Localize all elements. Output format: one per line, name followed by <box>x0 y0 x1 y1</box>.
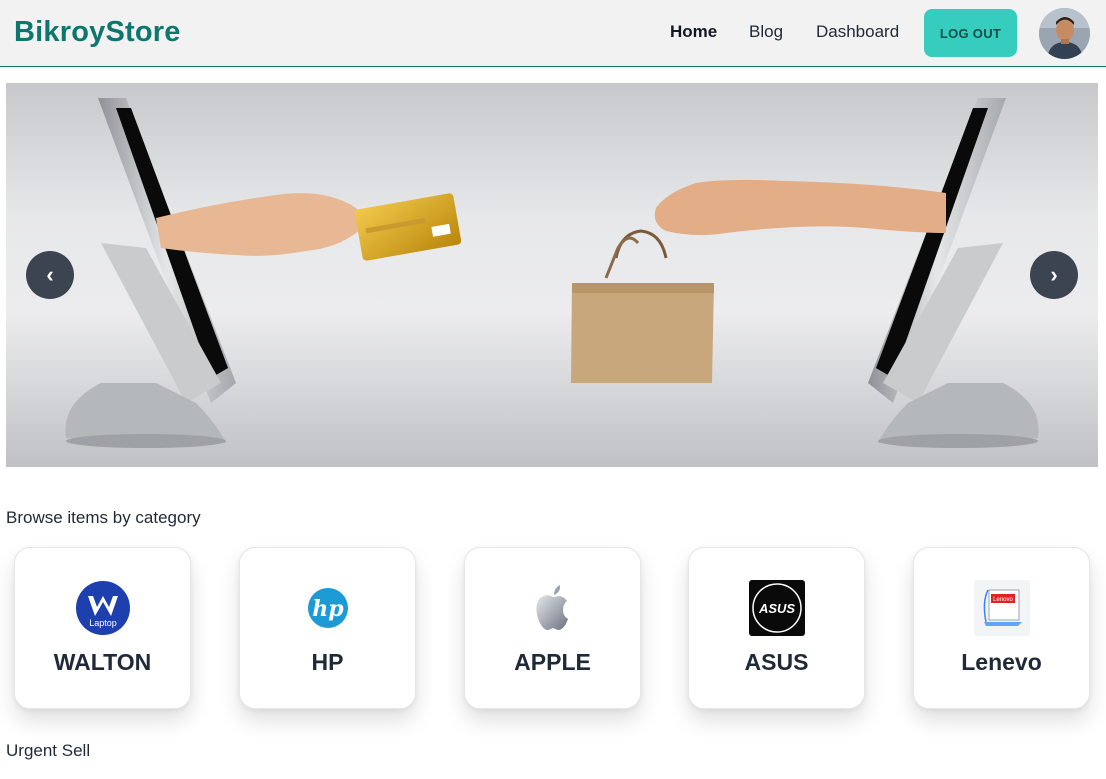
navbar: BikroyStore Home Blog Dashboard LOG OUT <box>0 0 1106 67</box>
category-name: WALTON <box>53 649 152 675</box>
nav-link-dashboard[interactable]: Dashboard <box>816 22 899 42</box>
category-section-title: Browse items by category <box>6 508 201 527</box>
nav-link-home[interactable]: Home <box>670 22 717 42</box>
apple-logo-icon <box>525 580 581 636</box>
category-name: Lenevo <box>961 649 1042 675</box>
category-card-hp[interactable]: hp HP <box>239 547 416 709</box>
logout-button[interactable]: LOG OUT <box>924 9 1017 57</box>
category-card-apple[interactable]: APPLE <box>464 547 641 709</box>
category-card-lenevo[interactable]: Lenovo Lenevo <box>913 547 1090 709</box>
carousel-next-button[interactable]: › <box>1030 251 1078 299</box>
asus-logo-icon: ASUS <box>749 580 805 636</box>
avatar[interactable] <box>1039 8 1090 59</box>
hp-logo-icon: hp <box>300 580 356 636</box>
category-card-walton[interactable]: Laptop WALTON <box>14 547 191 709</box>
category-name: ASUS <box>744 649 809 675</box>
hero-image <box>6 83 1098 467</box>
category-card-asus[interactable]: ASUS ASUS <box>688 547 865 709</box>
hero-carousel: ‹ › <box>6 83 1098 467</box>
urgent-sell-title: Urgent Sell <box>6 741 91 760</box>
svg-text:Lenovo: Lenovo <box>993 597 1013 603</box>
category-name: APPLE <box>514 649 591 675</box>
nav-link-blog[interactable]: Blog <box>749 22 783 42</box>
svg-text:hp: hp <box>312 596 344 622</box>
svg-text:ASUS: ASUS <box>758 601 795 616</box>
svg-text:Laptop: Laptop <box>89 618 117 628</box>
brand-logo[interactable]: BikroyStore <box>14 16 181 49</box>
carousel-prev-button[interactable]: ‹ <box>26 251 74 299</box>
category-name: HP <box>311 649 344 675</box>
lenovo-laptop-icon: Lenovo <box>974 580 1030 636</box>
walton-logo-icon: Laptop <box>75 580 131 636</box>
